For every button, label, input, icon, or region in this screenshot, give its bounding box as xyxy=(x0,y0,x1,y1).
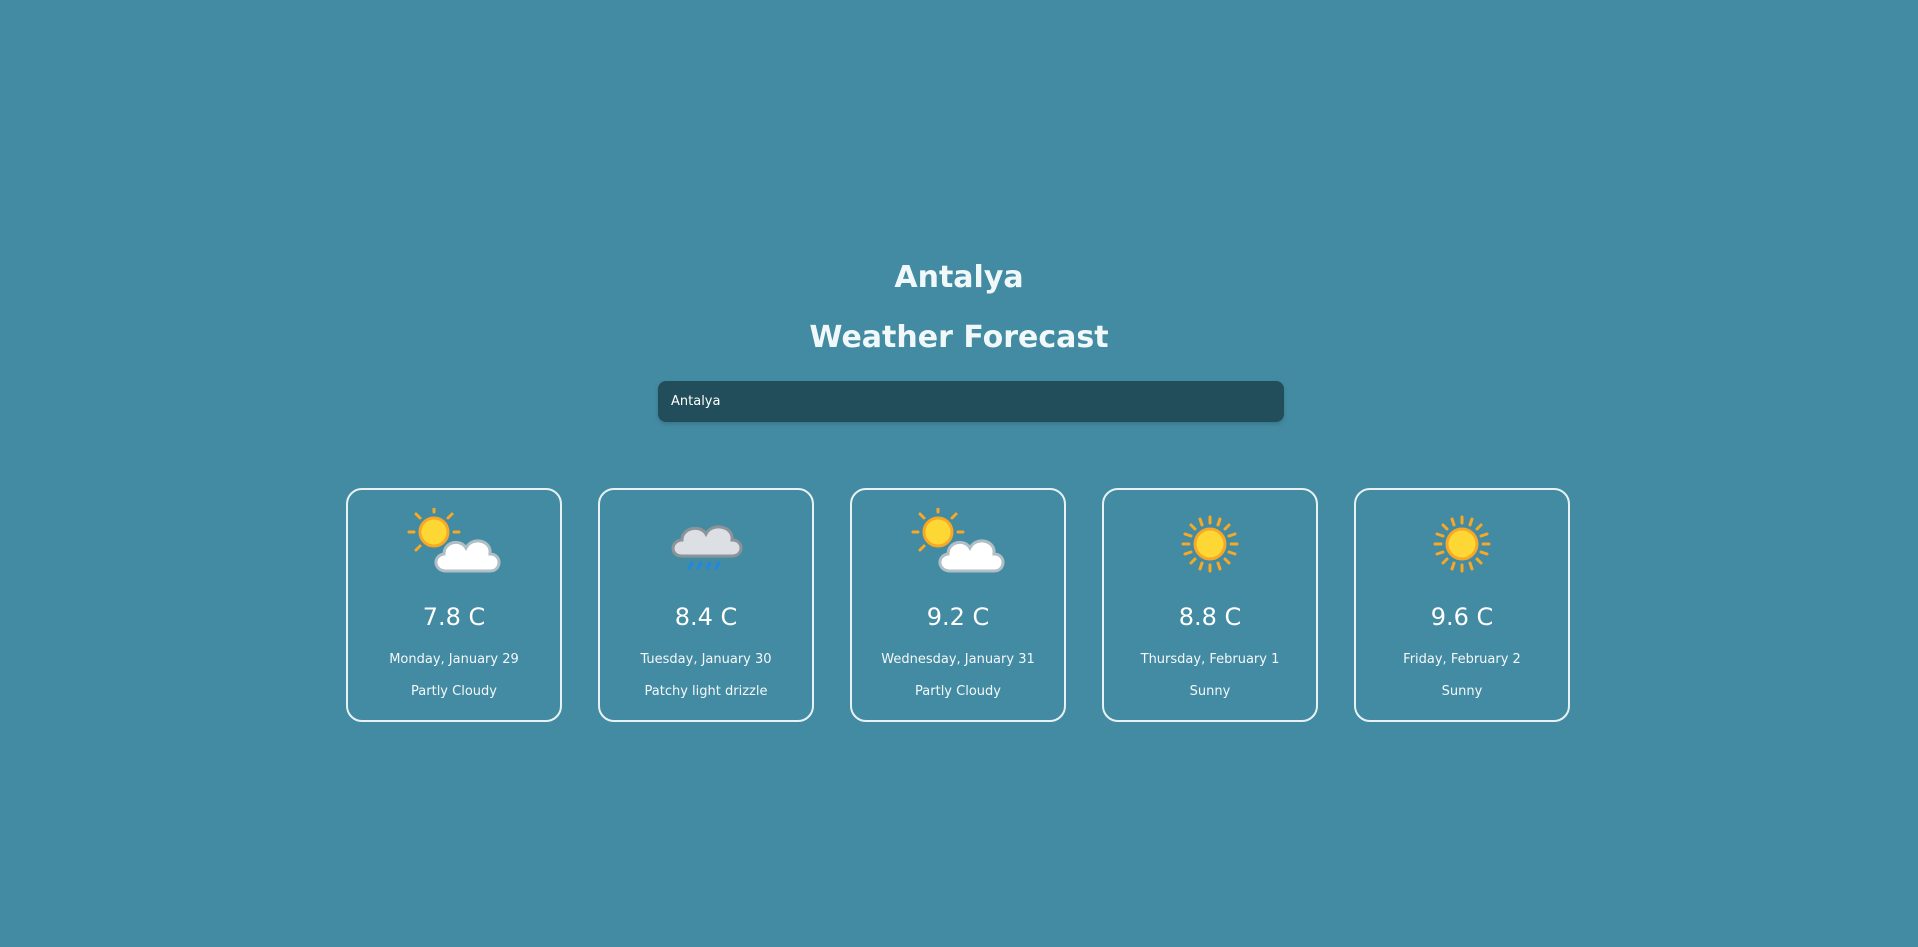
drizzle-cloud-icon xyxy=(600,508,812,576)
partly-cloudy-icon xyxy=(348,505,560,576)
forecast-card: 8.8 C Thursday, February 1 Sunny xyxy=(1102,488,1318,722)
temperature: 9.2 C xyxy=(926,603,990,631)
temperature: 8.8 C xyxy=(1178,603,1242,631)
forecast-date: Tuesday, January 30 xyxy=(640,652,772,667)
forecast-card: 9.6 C Friday, February 2 Sunny xyxy=(1354,488,1570,722)
temperature: 7.8 C xyxy=(422,603,486,631)
city-search-input[interactable] xyxy=(658,381,1284,422)
weather-condition: Partly Cloudy xyxy=(411,684,497,699)
weather-condition: Sunny xyxy=(1189,684,1231,699)
forecast-card: 9.2 C Wednesday, January 31 Partly Cloud… xyxy=(850,488,1066,722)
weather-condition: Patchy light drizzle xyxy=(644,684,768,699)
city-title: Antalya xyxy=(894,260,1024,295)
page-title: Weather Forecast xyxy=(809,320,1109,355)
weather-app: Antalya Weather Forecast Antalya 7.8 C M… xyxy=(0,0,1918,947)
forecast-date: Thursday, February 1 xyxy=(1140,652,1280,667)
forecast-date: Wednesday, January 31 xyxy=(881,652,1035,667)
forecast-date: Friday, February 2 xyxy=(1403,652,1521,667)
forecast-list: 7.8 C Monday, January 29 Partly Cloudy 8… xyxy=(346,488,1570,722)
sun-icon xyxy=(1104,508,1316,576)
partly-cloudy-icon xyxy=(852,505,1064,576)
temperature: 8.4 C xyxy=(674,603,738,631)
weather-condition: Partly Cloudy xyxy=(915,684,1001,699)
temperature: 9.6 C xyxy=(1430,603,1494,631)
sun-icon xyxy=(1356,508,1568,576)
forecast-date: Monday, January 29 xyxy=(389,652,519,667)
forecast-card: 8.4 C Tuesday, January 30 Patchy light d… xyxy=(598,488,814,722)
weather-condition: Sunny xyxy=(1441,684,1483,699)
forecast-card: 7.8 C Monday, January 29 Partly Cloudy xyxy=(346,488,562,722)
